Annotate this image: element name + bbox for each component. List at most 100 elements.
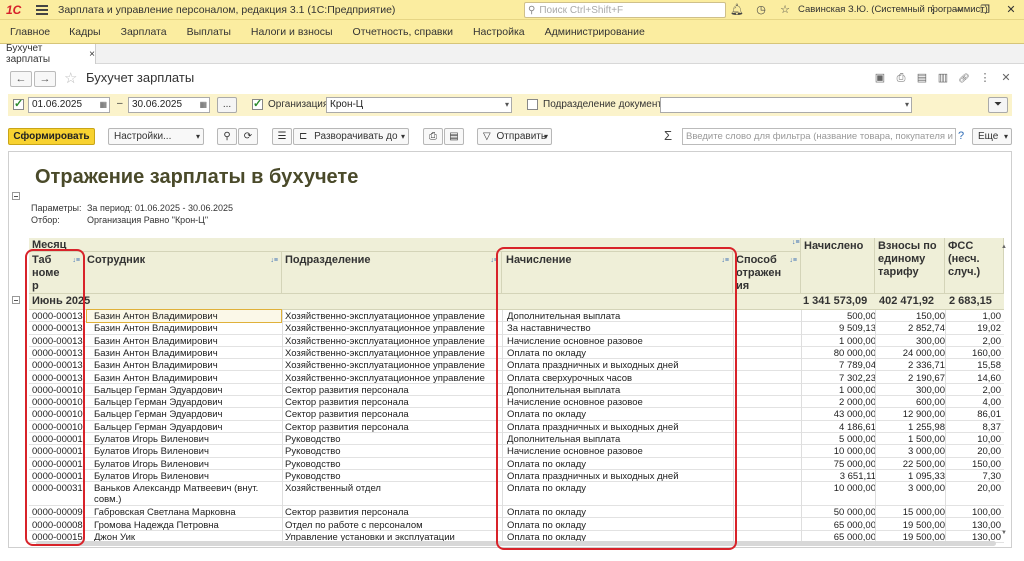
send-label: Отправить xyxy=(496,131,547,142)
cell-contributions: 24 000,00 xyxy=(902,347,945,359)
header-contributions: Взносы по единому тарифу xyxy=(875,238,945,294)
cell-accrued: 1 000,00 xyxy=(839,384,876,396)
menu-item-settings[interactable]: Настройка xyxy=(473,26,525,38)
minimize-icon[interactable]: – xyxy=(946,0,972,20)
print-icon[interactable]: ⎙ xyxy=(895,72,907,84)
settings-button[interactable]: Настройки... ▾ xyxy=(108,128,204,145)
print-icon[interactable]: ⎙ xyxy=(423,128,443,145)
scroll-down-icon[interactable]: ▼ xyxy=(1001,530,1007,536)
link-icon[interactable]: 🔗︎ xyxy=(958,72,970,84)
hamburger-menu-icon[interactable] xyxy=(36,4,48,15)
menu-item-salary[interactable]: Зарплата xyxy=(121,26,167,38)
organization-field[interactable]: Крон-Ц ▾ xyxy=(326,97,512,113)
cell-fss: 1,00 xyxy=(982,311,1002,322)
organization-label: Организация: xyxy=(268,99,332,110)
menu-item-admin[interactable]: Администрирование xyxy=(545,26,645,38)
close-tab-icon[interactable]: × xyxy=(89,49,95,60)
cell-employee: Базин Антон Владимирович xyxy=(94,311,218,322)
bell-icon[interactable]: 🔔︎ xyxy=(730,3,744,17)
open-tabs: Бухучет зарплаты × xyxy=(0,43,1024,65)
menu-item-main[interactable]: Главное xyxy=(10,26,50,38)
sum-icon[interactable]: Σ xyxy=(664,128,672,143)
cell-department: Сектор развития персонала xyxy=(285,397,409,409)
date-from-field[interactable]: 01.06.2025 ▦ xyxy=(28,97,110,113)
expand-to-button[interactable]: ⊏ Разворачивать до ▾ xyxy=(293,128,409,145)
department-checkbox[interactable] xyxy=(527,99,538,110)
more-label: Еще xyxy=(978,131,999,142)
header-employee-label: Сотрудник xyxy=(87,254,146,266)
cell-contributions: 12 900,00 xyxy=(902,409,945,421)
sort-icon[interactable]: ↓≡ xyxy=(789,254,797,267)
help-icon[interactable]: ? xyxy=(958,130,964,142)
cell-contributions: 2 336,71 xyxy=(908,360,945,372)
tab-payroll-accounting[interactable]: Бухучет зарплаты × xyxy=(0,43,96,65)
cell-fss: 7,30 xyxy=(982,470,1002,482)
department-field[interactable]: ▾ xyxy=(660,97,912,113)
menu-item-payments[interactable]: Выплаты xyxy=(187,26,231,38)
global-search-input[interactable]: ⚲ Поиск Ctrl+Shift+F xyxy=(524,2,726,18)
header-department[interactable]: Подразделение ↓≡ xyxy=(282,252,502,294)
calendar-icon[interactable]: ▦ xyxy=(99,98,107,112)
collapse-header-icon[interactable] xyxy=(12,192,20,200)
search-icon: ⚲ xyxy=(528,4,536,16)
print-preview-icon[interactable]: ▤ xyxy=(444,128,464,145)
calendar-icon[interactable]: ▦ xyxy=(199,98,207,112)
header-method[interactable]: Способ отражен ия ↓≡ xyxy=(733,252,801,294)
cell-department: Отдел по работе с персоналом xyxy=(285,519,423,531)
generate-button[interactable]: Сформировать xyxy=(8,128,95,145)
app-logo: 1С xyxy=(6,2,22,17)
send-button[interactable]: ▽ Отправить ▾ xyxy=(477,128,552,145)
save-icon[interactable]: ▣ xyxy=(874,72,886,84)
chevron-down-icon[interactable]: ▾ xyxy=(505,98,509,112)
collapse-group-icon[interactable] xyxy=(12,296,20,304)
forward-button[interactable]: → xyxy=(34,71,56,87)
title-bar: 1С Зарплата и управление персоналом, ред… xyxy=(0,0,1024,20)
menu-item-reports[interactable]: Отчетность, справки xyxy=(353,26,453,38)
more-button[interactable]: Еще ▾ xyxy=(972,128,1012,145)
settings-menu-icon[interactable]: ⋮ xyxy=(920,0,946,20)
cell-accrued: 80 000,00 xyxy=(833,347,876,359)
more-vertical-icon[interactable]: ⋮ xyxy=(979,72,991,84)
cell-accrued: 10 000,00 xyxy=(833,483,876,495)
filter-label: Отбор: xyxy=(31,215,60,225)
cell-accrued: 4 186,61 xyxy=(839,421,876,433)
header-employee[interactable]: Сотрудник ↓≡ xyxy=(84,252,282,294)
back-button[interactable]: ← xyxy=(10,71,32,87)
cell-contributions: 1 095,33 xyxy=(908,470,945,482)
select-period-button[interactable]: ... xyxy=(217,97,237,113)
search-placeholder: Поиск Ctrl+Shift+F xyxy=(539,4,624,16)
cell-department: Руководство xyxy=(285,470,341,482)
search-replace-icon[interactable]: ▥ xyxy=(937,72,949,84)
cell-contributions: 1 255,98 xyxy=(908,421,945,433)
date-to-field[interactable]: 30.06.2025 ▦ xyxy=(128,97,210,113)
preview-icon[interactable]: ▤ xyxy=(916,72,928,84)
cell-employee: Базин Антон Владимирович xyxy=(94,323,218,335)
filter-settings-icon[interactable]: ⏷ xyxy=(988,97,1008,113)
organization-checkbox[interactable] xyxy=(252,97,263,110)
group-fss: 2 683,15 xyxy=(949,295,992,307)
group-collapse-icon[interactable]: ☰ xyxy=(272,128,292,145)
cell-employee: Бальцер Герман Эдуардович xyxy=(94,397,223,409)
cell-employee: Габровская Светлана Марковна xyxy=(94,507,236,519)
favorite-star-icon[interactable]: ☆ xyxy=(64,69,77,87)
history-icon[interactable]: ◷ xyxy=(754,3,768,17)
scroll-up-icon[interactable]: ▲ xyxy=(1001,244,1007,250)
close-window-icon[interactable]: ✕ xyxy=(998,0,1024,20)
cell-contributions: 22 500,00 xyxy=(902,458,945,470)
cell-fss: 2,00 xyxy=(982,384,1002,396)
find-next-icon[interactable]: ⟳ xyxy=(238,128,258,145)
chevron-down-icon[interactable]: ▾ xyxy=(905,98,909,112)
sort-icon[interactable]: ↓≡ xyxy=(270,254,278,267)
cell-department: Руководство xyxy=(285,446,341,458)
menu-item-taxes[interactable]: Налоги и взносы xyxy=(251,26,333,38)
close-form-icon[interactable]: ✕ xyxy=(1000,72,1012,84)
star-icon[interactable]: ☆ xyxy=(778,3,792,17)
cell-accrued: 5 000,00 xyxy=(839,434,876,445)
menu-item-hr[interactable]: Кадры xyxy=(69,26,100,38)
period-checkbox[interactable] xyxy=(13,97,24,110)
maximize-icon[interactable]: ❐ xyxy=(972,0,998,20)
filter-input[interactable]: Введите слово для фильтра (название това… xyxy=(682,128,956,145)
find-icon[interactable]: ⚲ xyxy=(217,128,237,145)
header-department-label: Подразделение xyxy=(285,254,371,266)
header-accrued: Начислено xyxy=(801,238,875,294)
